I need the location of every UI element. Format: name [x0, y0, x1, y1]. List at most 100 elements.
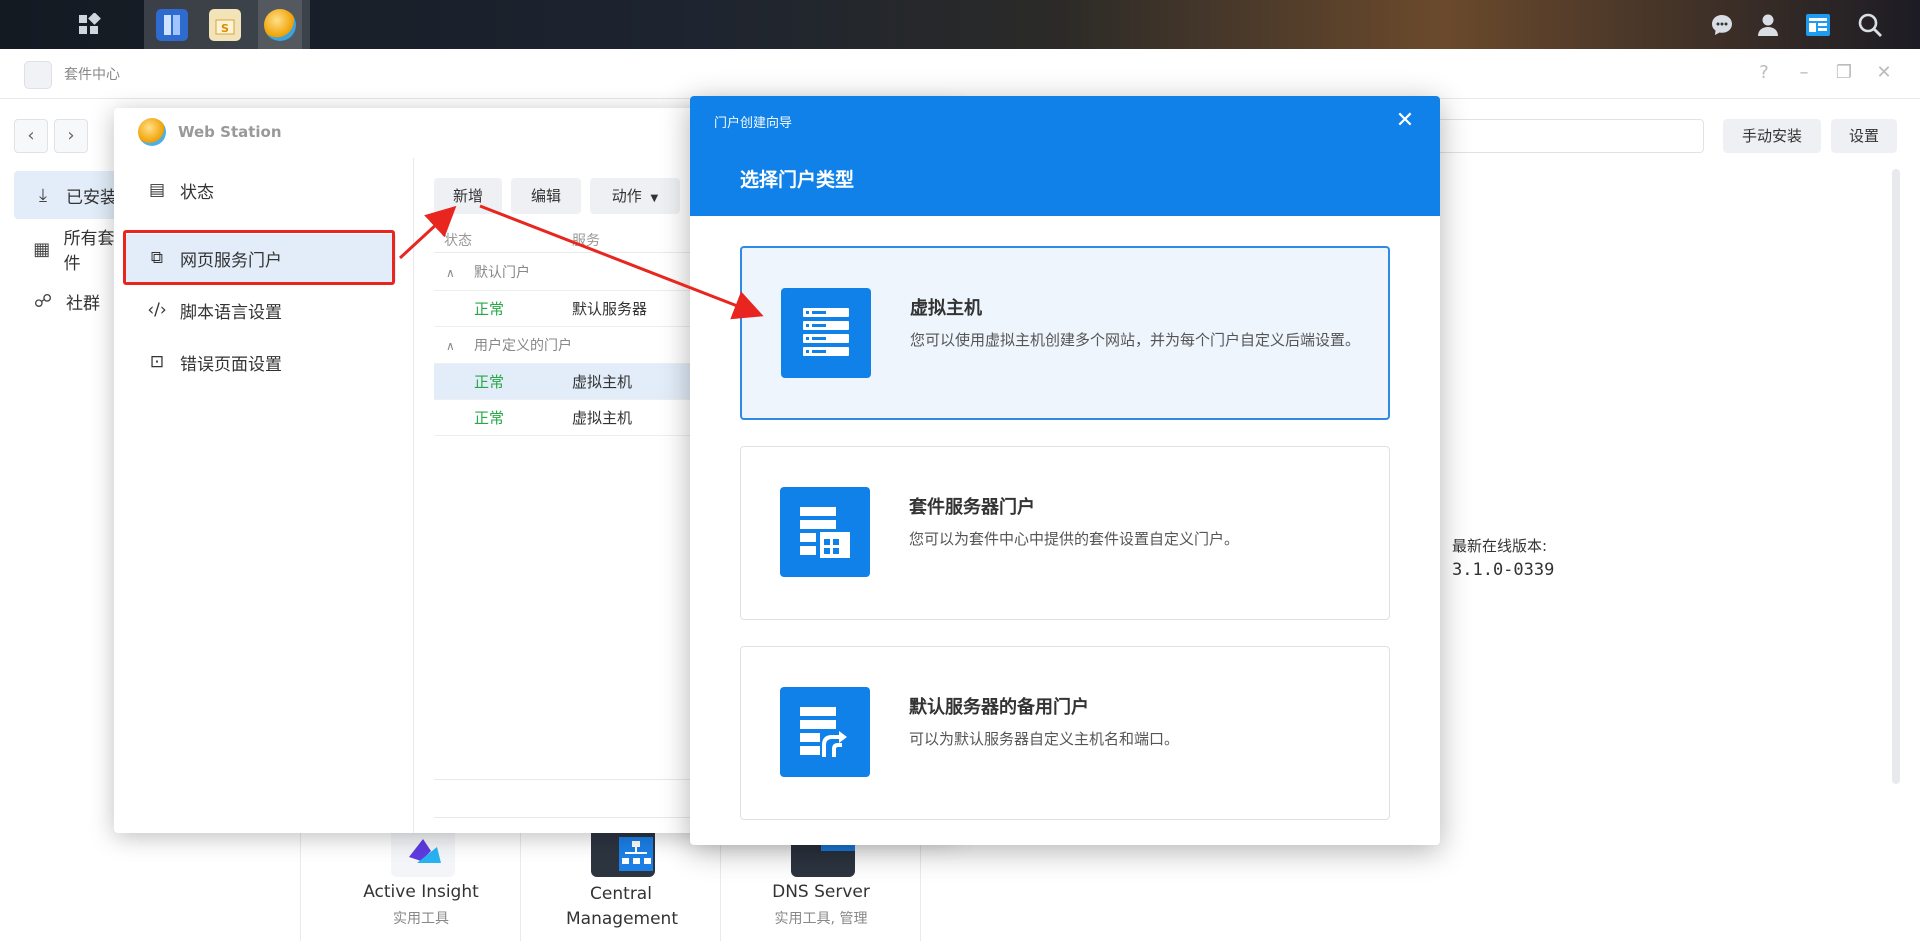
chat-icon — [1712, 14, 1732, 35]
option-virtual-host[interactable]: 虚拟主机 您可以使用虚拟主机创建多个网站，并为每个门户自定义后端设置。 — [740, 246, 1390, 420]
main-menu-icon — [79, 12, 101, 34]
row-service: 虚拟主机 — [572, 373, 633, 391]
package-tile-category: 实用工具, 管理 — [774, 911, 868, 927]
chevron-right-icon: › — [67, 125, 75, 146]
widgets-button[interactable] — [1798, 0, 1838, 49]
row-status: 正常 — [474, 373, 505, 391]
package-center-logo-icon — [24, 61, 52, 89]
code-icon: ‹/› — [147, 300, 167, 320]
action-dropdown-button[interactable]: 动作 ▼ — [590, 178, 680, 214]
package-server-icon — [780, 487, 870, 577]
sidebar-item-label: 脚本语言设置 — [180, 302, 282, 323]
widgets-icon — [1806, 13, 1830, 36]
package-tiles: Active Insight 实用工具 Central Management D… — [300, 831, 928, 941]
package-tile-active-insight[interactable]: Active Insight 实用工具 — [321, 831, 521, 941]
option-default-server-alias[interactable]: 默认服务器的备用门户 可以为默认服务器自定义主机名和端口。 — [740, 646, 1390, 820]
package-tile-name: Active Insight — [363, 882, 479, 902]
web-station-sidebar: ▤ 状态 ⧉ 网页服务门户 ‹/› 脚本语言设置 ⊡ 错误页面设置 — [114, 158, 414, 833]
row-status: 正常 — [474, 300, 505, 318]
latest-version-value: 3.1.0-0339 — [1452, 560, 1555, 580]
row-service: 默认服务器 — [572, 300, 648, 318]
back-button[interactable]: ‹ — [14, 119, 48, 153]
web-station-logo-icon — [138, 118, 166, 146]
option-title: 虚拟主机 — [910, 298, 982, 319]
option-description: 可以为默认服务器自定义主机名和端口。 — [909, 730, 1180, 748]
manual-install-button[interactable]: 手动安装 — [1723, 119, 1821, 153]
storage-app-icon — [156, 8, 188, 41]
sidebar-item-label: 状态 — [180, 182, 214, 203]
web-station-app-icon — [264, 8, 296, 41]
community-icon: ☍ — [33, 290, 53, 312]
grid-icon: ▦ — [33, 238, 51, 260]
option-title: 默认服务器的备用门户 — [909, 697, 1089, 718]
package-tile-category: 实用工具 — [393, 911, 449, 927]
collapse-icon: ∧ — [446, 266, 455, 280]
sidebar-item-label: 社群 — [66, 293, 100, 314]
status-icon: ▤ — [148, 180, 166, 200]
help-icon[interactable]: ? — [1752, 61, 1776, 85]
package-center-titlebar: 套件中心 ? – ❐ ✕ — [0, 49, 1920, 99]
column-header-status: 状态 — [444, 233, 472, 249]
sidebar-item-community[interactable]: ☍ 社群 — [14, 277, 124, 325]
action-label: 动作 — [611, 187, 642, 205]
server-stack-icon — [781, 288, 871, 378]
wizard-header: 门户创建向导 选择门户类型 ✕ — [690, 96, 1440, 216]
sidebar-item-script-language[interactable]: ‹/› 脚本语言设置 — [126, 286, 396, 334]
row-status: 正常 — [474, 409, 505, 427]
error-page-icon: ⊡ — [149, 352, 165, 372]
web-station-title: Web Station — [178, 123, 282, 141]
group-label: 默认门户 — [474, 265, 530, 281]
sidebar-item-installed[interactable]: ⤓ 已安装 — [14, 171, 124, 219]
search-icon — [1858, 13, 1882, 37]
active-insight-icon — [391, 831, 455, 877]
chat-button[interactable] — [1702, 0, 1742, 49]
scrollbar[interactable] — [1892, 169, 1900, 784]
main-menu-button[interactable] — [65, 0, 113, 49]
portal-creation-wizard: 门户创建向导 选择门户类型 ✕ 虚拟主机 您可以使用虚拟主机创建多个网站，并为每… — [690, 96, 1440, 845]
svg-text:S: S — [221, 22, 229, 35]
option-package-server-portal[interactable]: 套件服务器门户 您可以为套件中心中提供的套件设置自定义门户。 — [740, 446, 1390, 620]
close-icon[interactable]: ✕ — [1872, 61, 1896, 85]
user-icon — [1758, 14, 1778, 36]
edit-button[interactable]: 编辑 — [511, 178, 581, 214]
option-description: 您可以为套件中心中提供的套件设置自定义门户。 — [909, 530, 1240, 548]
caret-down-icon: ▼ — [650, 193, 659, 204]
minimize-icon[interactable]: – — [1792, 61, 1816, 85]
close-icon[interactable]: ✕ — [1392, 108, 1418, 134]
annotation-highlight-box — [123, 230, 395, 285]
taskbar: S — [0, 0, 1920, 49]
sidebar-item-all-packages[interactable]: ▦ 所有套件 — [14, 225, 124, 274]
collapse-icon: ∧ — [446, 339, 455, 353]
maximize-icon[interactable]: ❐ — [1832, 61, 1856, 85]
package-tile-central-management[interactable]: Central Management — [521, 831, 721, 941]
package-tile-name: DNS Server — [772, 882, 870, 902]
package-search-input[interactable] — [1420, 119, 1704, 153]
taskbar-app-storage[interactable] — [152, 0, 192, 49]
sidebar-item-label: 错误页面设置 — [180, 354, 282, 375]
central-management-icon — [591, 831, 655, 877]
settings-button[interactable]: 设置 — [1831, 119, 1897, 153]
group-label: 用户定义的门户 — [474, 338, 572, 354]
sidebar-item-label: 已安装 — [66, 187, 117, 208]
column-header-service: 服务 — [572, 233, 600, 249]
wizard-heading: 选择门户类型 — [740, 169, 855, 191]
taskbar-app-web-station[interactable] — [258, 0, 302, 49]
search-button[interactable] — [1850, 0, 1890, 49]
user-button[interactable] — [1748, 0, 1788, 49]
wizard-window-title: 门户创建向导 — [714, 116, 793, 131]
option-title: 套件服务器门户 — [909, 497, 1035, 518]
download-icon: ⤓ — [39, 184, 47, 206]
sidebar-item-status[interactable]: ▤ 状态 — [126, 166, 396, 214]
row-service: 虚拟主机 — [572, 409, 633, 427]
option-description: 您可以使用虚拟主机创建多个网站，并为每个门户自定义后端设置。 — [910, 331, 1361, 349]
forward-button[interactable]: › — [54, 119, 88, 153]
latest-version-label: 最新在线版本: — [1452, 537, 1548, 555]
package-tile-name: Central Management — [566, 884, 678, 929]
package-tile-dns-server[interactable]: DNS Server 实用工具, 管理 — [721, 831, 921, 941]
package-center-app-icon: S — [209, 8, 241, 41]
package-center-title: 套件中心 — [64, 67, 120, 83]
taskbar-app-package-center[interactable]: S — [205, 0, 245, 49]
sidebar-item-error-page[interactable]: ⊡ 错误页面设置 — [126, 338, 396, 386]
add-button[interactable]: 新增 — [434, 178, 502, 214]
alias-server-icon — [780, 687, 870, 777]
